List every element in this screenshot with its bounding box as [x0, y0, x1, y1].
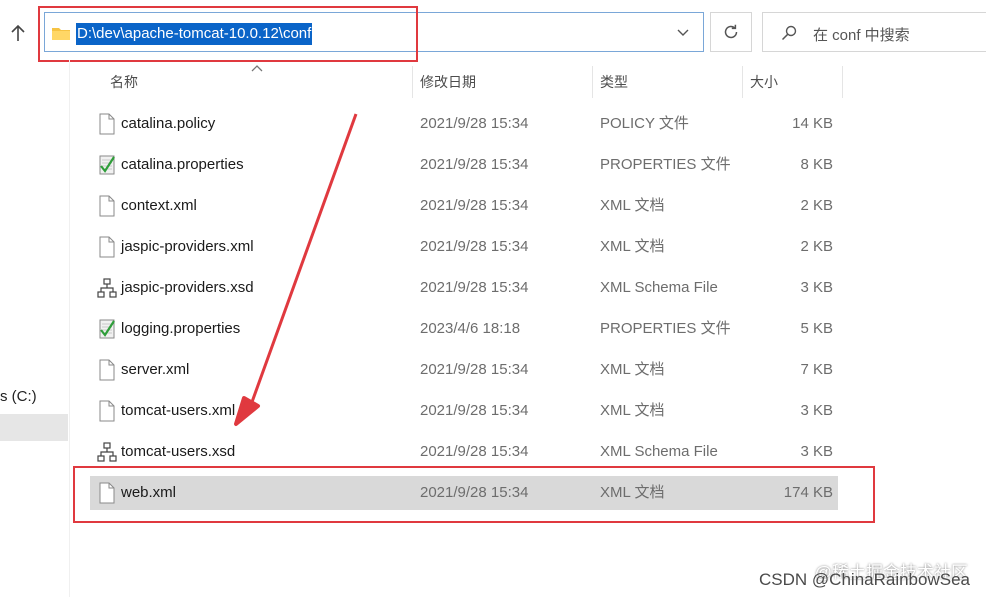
file-date: 2023/4/6 18:18 [420, 320, 521, 337]
column-header-date[interactable]: 修改日期 [420, 66, 476, 98]
watermark-csdn: CSDN @ChinaRainbowSea [759, 570, 970, 589]
file-size: 3 KB [800, 443, 833, 460]
file-size: 3 KB [800, 402, 833, 419]
file-name: jaspic-providers.xsd [121, 279, 254, 296]
file-row[interactable]: tomcat-users.xsd 2021/9/28 15:34 XML Schem… [90, 435, 838, 469]
file-type: XML Schema File [600, 443, 718, 460]
column-header-size[interactable]: 大小 [750, 66, 778, 98]
file-type: PROPERTIES 文件 [600, 320, 731, 337]
file-size: 7 KB [800, 361, 833, 378]
column-divider[interactable] [592, 66, 593, 98]
file-icon [97, 359, 117, 381]
file-row[interactable]: catalina.policy 2021/9/28 15:34 POLICY 文件 1… [90, 107, 838, 141]
file-date: 2021/9/28 15:34 [420, 238, 529, 255]
up-arrow-icon [11, 24, 25, 41]
file-row[interactable]: catalina.properties 2021/9/28 15:34 PROPER… [90, 148, 838, 182]
column-header-name[interactable]: 名称 [110, 66, 138, 98]
file-name: tomcat-users.xsd [121, 443, 236, 460]
file-name: jaspic-providers.xml [121, 238, 254, 255]
file-date: 2021/9/28 15:34 [420, 115, 529, 132]
file-date: 2021/9/28 15:34 [420, 156, 529, 173]
file-icon [97, 400, 117, 422]
column-header-type[interactable]: 类型 [600, 66, 628, 98]
file-name: context.xml [121, 197, 197, 214]
file-type: XML 文档 [600, 361, 665, 378]
file-type: XML 文档 [600, 197, 665, 214]
file-row[interactable]: server.xml 2021/9/28 15:34 XML 文档 7 KB [90, 353, 838, 387]
file-type: XML Schema File [600, 279, 718, 296]
properties-file-icon [97, 154, 117, 176]
file-row[interactable]: tomcat-users.xml 2021/9/28 15:34 XML 文档 3 K… [90, 394, 838, 428]
file-type: POLICY 文件 [600, 115, 689, 132]
row-highlight-box [73, 466, 875, 523]
file-size: 2 KB [800, 197, 833, 214]
nav-item-selected[interactable] [0, 414, 68, 441]
file-name: catalina.policy [121, 115, 216, 132]
file-name: tomcat-users.xml [121, 402, 236, 419]
nav-item-drive-c[interactable]: s (C:) [0, 388, 37, 405]
file-type: XML 文档 [600, 238, 665, 255]
file-name: logging.properties [121, 320, 241, 337]
file-date: 2021/9/28 15:34 [420, 402, 529, 419]
schema-file-icon [97, 277, 117, 299]
nav-pane-divider [69, 60, 70, 597]
file-icon [97, 195, 117, 217]
search-box[interactable]: 在 conf 中搜索 [762, 12, 986, 52]
file-name: server.xml [121, 361, 190, 378]
file-date: 2021/9/28 15:34 [420, 279, 529, 296]
file-size: 14 KB [792, 115, 833, 132]
file-size: 8 KB [800, 156, 833, 173]
file-icon [97, 113, 117, 135]
schema-file-icon [97, 441, 117, 463]
column-divider[interactable] [742, 66, 743, 98]
file-icon [97, 236, 117, 258]
file-date: 2021/9/28 15:34 [420, 197, 529, 214]
properties-file-icon [97, 318, 117, 340]
file-row[interactable]: logging.properties 2023/4/6 18:18 PROPERTI… [90, 312, 838, 346]
address-highlight-box [38, 6, 418, 62]
refresh-button[interactable] [710, 12, 752, 52]
file-size: 3 KB [800, 279, 833, 296]
column-divider[interactable] [842, 66, 843, 98]
file-date: 2021/9/28 15:34 [420, 361, 529, 378]
sort-ascending-icon [251, 65, 263, 72]
column-divider[interactable] [412, 66, 413, 98]
file-row[interactable]: context.xml 2021/9/28 15:34 XML 文档 2 KB [90, 189, 838, 223]
file-date: 2021/9/28 15:34 [420, 443, 529, 460]
file-type: XML 文档 [600, 402, 665, 419]
search-icon [781, 25, 797, 41]
up-arrow-button[interactable] [6, 20, 30, 46]
file-size: 5 KB [800, 320, 833, 337]
file-name: catalina.properties [121, 156, 244, 173]
search-placeholder[interactable]: 在 conf 中搜索 [813, 24, 910, 45]
chevron-down-icon[interactable] [677, 26, 689, 38]
file-row[interactable]: jaspic-providers.xsd 2021/9/28 15:34 XML S… [90, 271, 838, 305]
file-type: PROPERTIES 文件 [600, 156, 731, 173]
file-size: 2 KB [800, 238, 833, 255]
refresh-icon [724, 24, 738, 39]
file-row[interactable]: jaspic-providers.xml 2021/9/28 15:34 XML 文… [90, 230, 838, 264]
